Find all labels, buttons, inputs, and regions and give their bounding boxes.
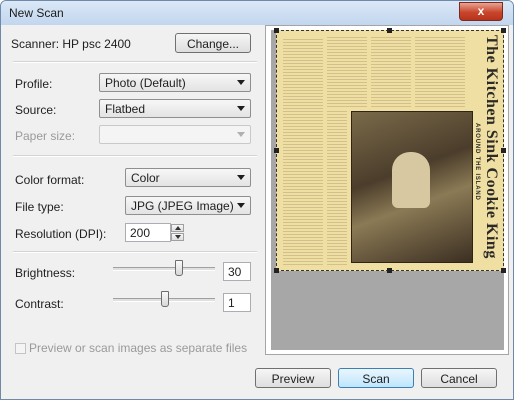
slider-thumb[interactable] (175, 260, 184, 276)
source-value: Flatbed (105, 102, 146, 116)
scan-region[interactable]: AROUND THE ISLAND The Kitchen Sink Cooki… (276, 30, 504, 271)
profile-dropdown[interactable]: Photo (Default) (99, 73, 251, 92)
preview-button[interactable]: Preview (255, 368, 331, 388)
crop-handle[interactable] (387, 28, 392, 33)
file-type-value: JPG (JPEG Image) (131, 199, 234, 213)
chevron-down-icon (237, 175, 245, 180)
preview-pane: AROUND THE ISLAND The Kitchen Sink Cooki… (265, 25, 509, 355)
resolution-label: Resolution (DPI): (15, 227, 107, 241)
crop-handle[interactable] (501, 28, 506, 33)
scanner-label: Scanner: HP psc 2400 (11, 37, 131, 51)
cancel-button[interactable]: Cancel (421, 368, 497, 388)
spin-down-icon[interactable] (171, 233, 184, 241)
brightness-value[interactable]: 30 (223, 262, 251, 281)
color-format-dropdown[interactable]: Color (125, 168, 251, 187)
close-icon: x (477, 4, 485, 18)
brightness-slider[interactable] (113, 259, 215, 279)
contrast-value[interactable]: 1 (223, 293, 251, 312)
separate-files-checkbox (15, 343, 26, 354)
brightness-label: Brightness: (15, 266, 76, 280)
newspaper-photo (351, 111, 473, 263)
crop-handle[interactable] (274, 28, 279, 33)
separate-files-label: Preview or scan images as separate files (29, 341, 248, 355)
dialog-client-area: Scanner: HP psc 2400 Change... Profile: … (5, 25, 509, 395)
slider-track (113, 267, 215, 271)
color-format-label: Color format: (15, 173, 85, 187)
paper-size-label: Paper size: (15, 129, 76, 143)
chevron-down-icon (237, 132, 245, 137)
crop-handle[interactable] (274, 268, 279, 273)
separator (13, 155, 257, 157)
scan-button[interactable]: Scan (338, 368, 414, 388)
crop-handle[interactable] (501, 268, 506, 273)
resolution-input[interactable]: 200 (125, 223, 171, 242)
newspaper-column (371, 37, 411, 107)
source-dropdown[interactable]: Flatbed (99, 99, 251, 118)
chevron-down-icon (237, 203, 245, 208)
crop-handle[interactable] (387, 268, 392, 273)
close-button[interactable]: x (459, 2, 503, 21)
chevron-down-icon (237, 106, 245, 111)
newspaper-column (415, 37, 465, 107)
newspaper-column (327, 111, 347, 265)
newspaper-column (283, 37, 323, 265)
slider-thumb[interactable] (160, 291, 169, 307)
new-scan-dialog: New Scan x Scanner: HP psc 2400 Change..… (0, 0, 514, 400)
window-title: New Scan (9, 6, 64, 20)
newspaper-headline: The Kitchen Sink Cookie King (483, 35, 500, 259)
file-type-dropdown[interactable]: JPG (JPEG Image) (125, 196, 251, 215)
preview-canvas[interactable]: AROUND THE ISLAND The Kitchen Sink Cooki… (271, 28, 506, 350)
paper-size-dropdown (99, 125, 251, 144)
resolution-spinner[interactable] (171, 224, 184, 241)
file-type-label: File type: (15, 200, 64, 214)
crop-handle[interactable] (274, 148, 279, 153)
color-format-value: Color (131, 171, 160, 185)
newspaper-column (327, 37, 367, 107)
profile-value: Photo (Default) (105, 76, 186, 90)
contrast-slider[interactable] (113, 290, 215, 310)
spin-up-icon[interactable] (171, 224, 184, 232)
photo-subject (392, 152, 430, 208)
change-scanner-button[interactable]: Change... (175, 33, 251, 53)
crop-handle[interactable] (501, 148, 506, 153)
newspaper-subhead: AROUND THE ISLAND (474, 123, 480, 201)
contrast-label: Contrast: (15, 297, 64, 311)
separator (13, 251, 257, 253)
title-bar: New Scan x (1, 1, 513, 25)
source-label: Source: (15, 103, 57, 117)
separator (13, 61, 257, 63)
profile-label: Profile: (15, 77, 53, 91)
chevron-down-icon (237, 80, 245, 85)
